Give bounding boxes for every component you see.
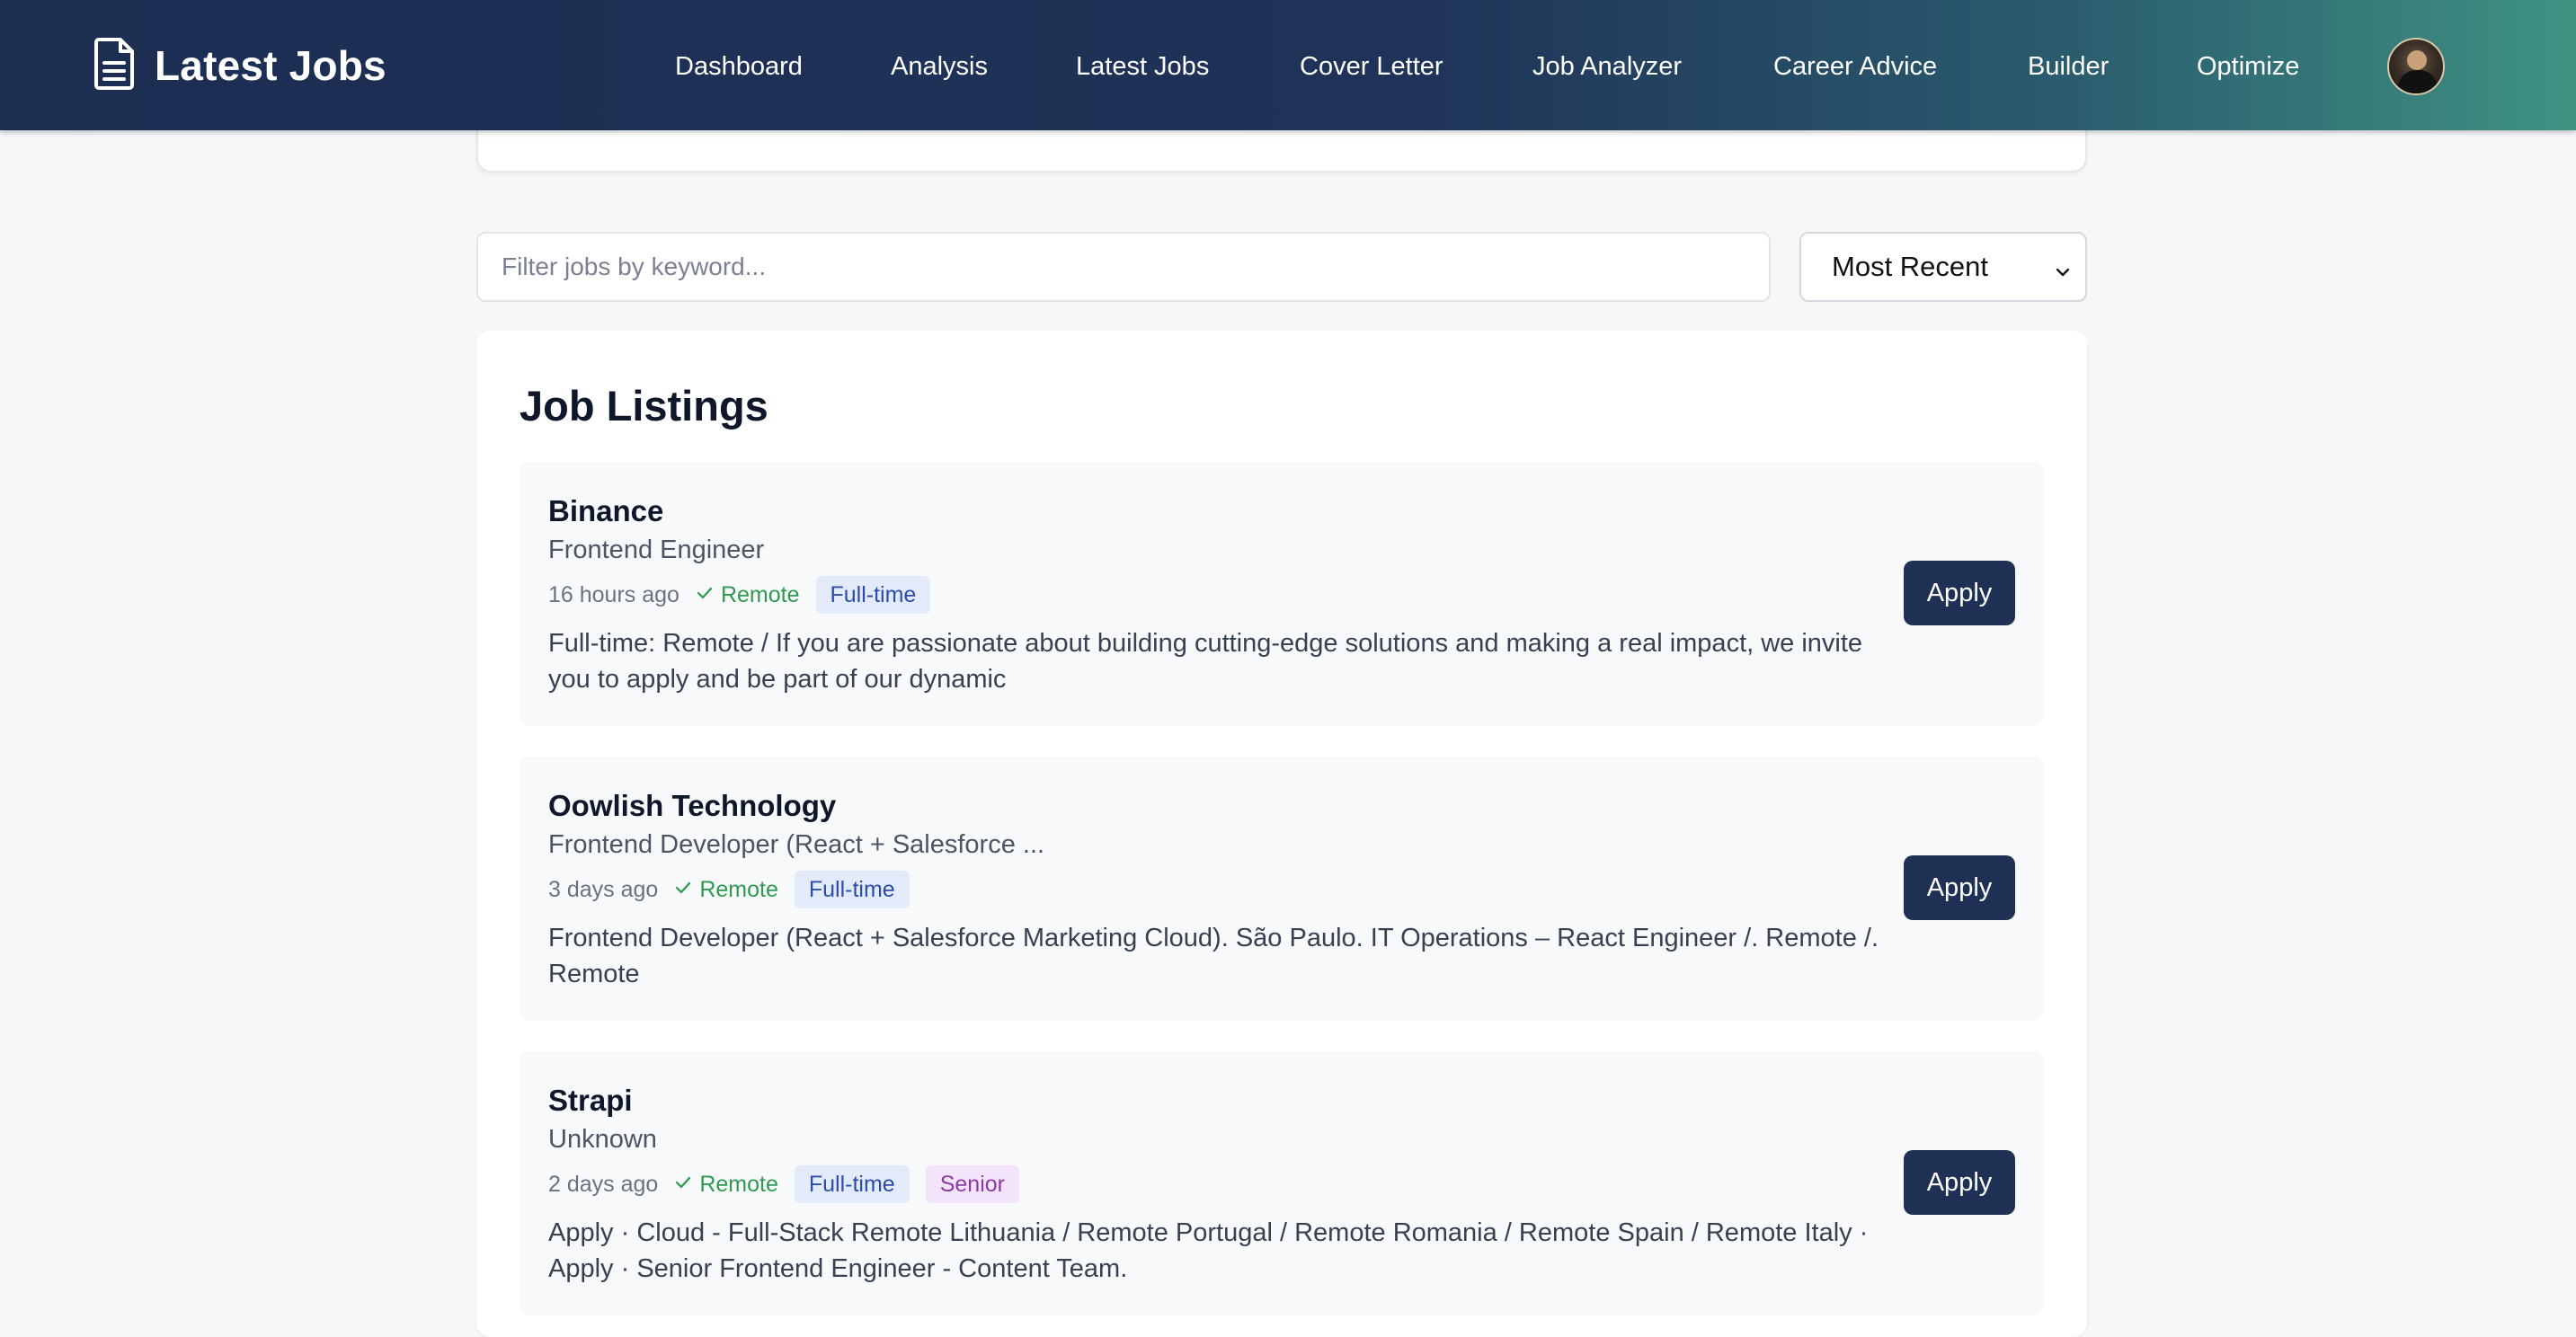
nav-item-cover-letter[interactable]: Cover Letter xyxy=(1300,52,1443,82)
job-description: Apply · Cloud - Full-Stack Remote Lithua… xyxy=(548,1218,1869,1283)
remote-label: Remote xyxy=(699,1171,778,1197)
page-title: Latest Jobs xyxy=(155,42,386,89)
remote-badge: Remote xyxy=(674,877,778,903)
top-navigation-bar: Latest Jobs Dashboard Analysis Latest Jo… xyxy=(0,0,2576,130)
tag-senior: Senior xyxy=(925,1165,1019,1203)
remote-label: Remote xyxy=(720,581,800,607)
job-role: Unknown xyxy=(548,1125,657,1154)
job-description: Frontend Developer (React + Salesforce M… xyxy=(548,924,1879,988)
listings-title: Job Listings xyxy=(520,382,768,429)
job-card: Oowlish Technology Frontend Developer (R… xyxy=(520,757,2044,1021)
job-card: Binance Frontend Engineer 16 hours ago R… xyxy=(520,462,2044,726)
avatar-head xyxy=(2407,50,2427,70)
nav-item-job-analyzer[interactable]: Job Analyzer xyxy=(1532,52,1682,82)
check-icon xyxy=(674,877,692,903)
job-listings-panel: Job Listings Binance Frontend Engineer 1… xyxy=(476,331,2087,1337)
job-posted-age: 2 days ago xyxy=(548,1171,659,1197)
nav-item-optimize[interactable]: Optimize xyxy=(2197,52,2299,82)
tag-full-time: Full-time xyxy=(794,871,910,908)
sort-select[interactable]: Most Recent xyxy=(1799,232,2087,302)
job-company: Oowlish Technology xyxy=(548,789,837,822)
job-posted-age: 3 days ago xyxy=(548,876,659,902)
sort-selected-value: Most Recent xyxy=(1832,251,1989,282)
job-card: Strapi Unknown 2 days ago Remote Full-ti… xyxy=(520,1051,2044,1315)
job-meta: 3 days ago Remote Full-time xyxy=(548,871,910,908)
nav-item-career-advice[interactable]: Career Advice xyxy=(1773,52,1937,82)
nav-item-analysis[interactable]: Analysis xyxy=(891,52,988,82)
job-posted-age: 16 hours ago xyxy=(548,581,680,607)
apply-button[interactable]: Apply xyxy=(1904,855,2015,920)
tag-full-time: Full-time xyxy=(815,576,931,614)
avatar-body xyxy=(2398,70,2438,93)
job-role: Frontend Developer (React + Salesforce .… xyxy=(548,830,1045,859)
tag-full-time: Full-time xyxy=(794,1165,910,1203)
job-company: Strapi xyxy=(548,1084,633,1117)
nav-item-latest-jobs[interactable]: Latest Jobs xyxy=(1076,52,1209,82)
job-company: Binance xyxy=(548,494,664,527)
job-description: Full-time: Remote / If you are passionat… xyxy=(548,629,1863,694)
remote-label: Remote xyxy=(699,876,778,902)
apply-button[interactable]: Apply xyxy=(1904,1150,2015,1215)
check-icon xyxy=(696,582,714,608)
remote-badge: Remote xyxy=(674,1172,778,1198)
job-meta: 2 days ago Remote Full-time Senior xyxy=(548,1165,1019,1203)
chevron-down-icon xyxy=(2053,257,2073,277)
user-avatar[interactable] xyxy=(2387,38,2445,95)
nav-item-dashboard[interactable]: Dashboard xyxy=(675,52,803,82)
nav-item-builder[interactable]: Builder xyxy=(2028,52,2109,82)
brand[interactable]: Latest Jobs xyxy=(93,37,386,95)
document-icon xyxy=(93,37,135,95)
job-meta: 16 hours ago Remote Full-time xyxy=(548,576,931,614)
apply-button[interactable]: Apply xyxy=(1904,561,2015,625)
check-icon xyxy=(674,1172,692,1198)
job-role: Frontend Engineer xyxy=(548,536,765,564)
remote-badge: Remote xyxy=(696,582,800,608)
keyword-filter-input[interactable] xyxy=(476,232,1771,302)
